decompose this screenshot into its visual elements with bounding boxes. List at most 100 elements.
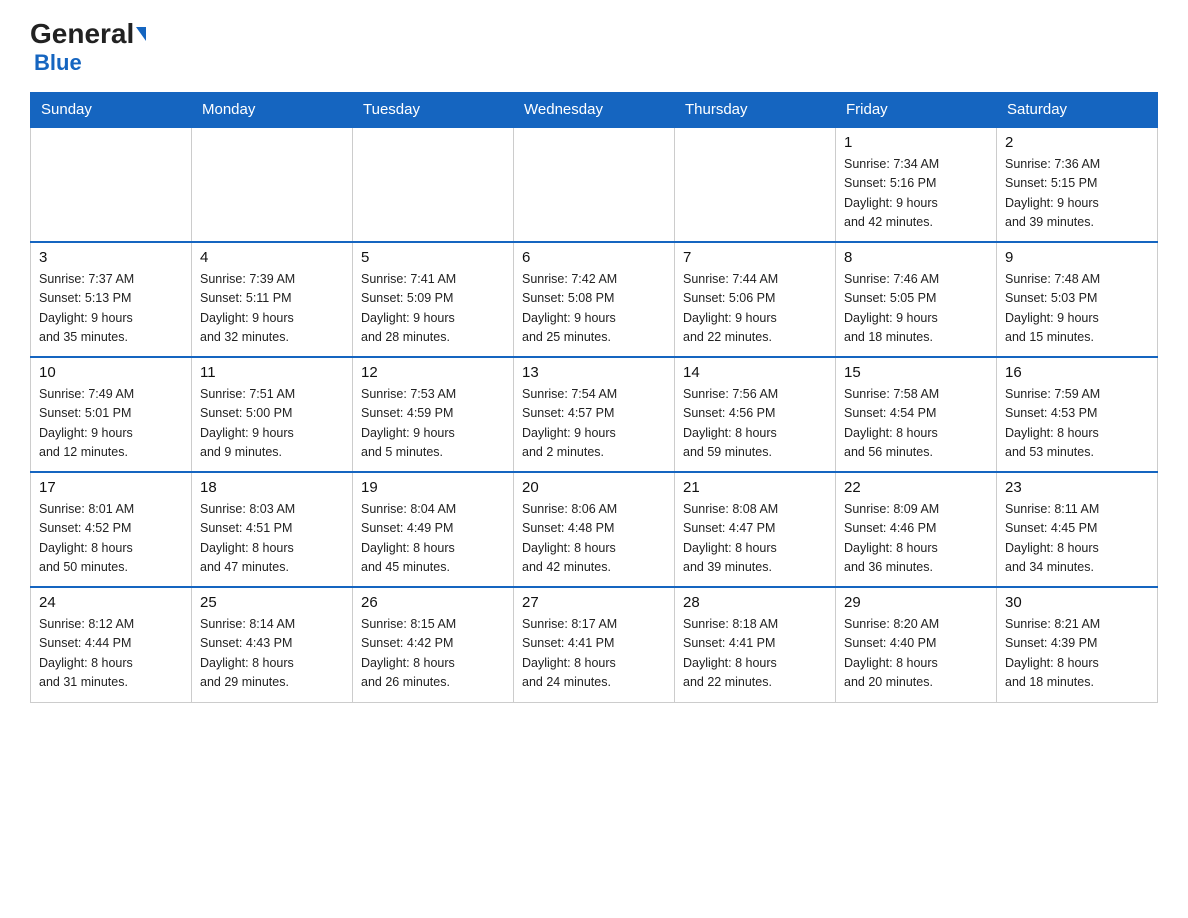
week-row-2: 3 Sunrise: 7:37 AMSunset: 5:13 PMDaylight… [31, 242, 1158, 357]
day-info: Sunrise: 7:49 AMSunset: 5:01 PMDaylight:… [39, 385, 183, 463]
day-info: Sunrise: 7:54 AMSunset: 4:57 PMDaylight:… [522, 385, 666, 463]
day-number: 8 [844, 249, 988, 266]
day-info: Sunrise: 8:17 AMSunset: 4:41 PMDaylight:… [522, 615, 666, 693]
day-info: Sunrise: 8:14 AMSunset: 4:43 PMDaylight:… [200, 615, 344, 693]
calendar-cell: 8 Sunrise: 7:46 AMSunset: 5:05 PMDaylight… [836, 242, 997, 357]
day-number: 26 [361, 594, 505, 611]
day-header-thursday: Thursday [675, 93, 836, 128]
days-header-row: SundayMondayTuesdayWednesdayThursdayFrid… [31, 93, 1158, 128]
day-number: 5 [361, 249, 505, 266]
calendar-cell: 23Sunrise: 8:11 AMSunset: 4:45 PMDayligh… [997, 472, 1158, 587]
calendar-cell: 19 Sunrise: 8:04 AMSunset: 4:49 PMDayligh… [353, 472, 514, 587]
calendar-cell: 7 Sunrise: 7:44 AMSunset: 5:06 PMDaylight… [675, 242, 836, 357]
day-number: 22 [844, 479, 988, 496]
day-number: 13 [522, 364, 666, 381]
day-number: 24 [39, 594, 183, 611]
day-number: 28 [683, 594, 827, 611]
calendar-cell: 15Sunrise: 7:58 AMSunset: 4:54 PMDayligh… [836, 357, 997, 472]
logo-blue-text: Blue [34, 50, 82, 76]
calendar-cell: 16Sunrise: 7:59 AMSunset: 4:53 PMDayligh… [997, 357, 1158, 472]
day-info: Sunrise: 7:44 AMSunset: 5:06 PMDaylight:… [683, 270, 827, 348]
day-header-sunday: Sunday [31, 93, 192, 128]
day-info: Sunrise: 8:12 AMSunset: 4:44 PMDaylight:… [39, 615, 183, 693]
calendar-cell [192, 127, 353, 242]
week-row-4: 17 Sunrise: 8:01 AMSunset: 4:52 PMDayligh… [31, 472, 1158, 587]
calendar-cell: 3 Sunrise: 7:37 AMSunset: 5:13 PMDaylight… [31, 242, 192, 357]
day-info: Sunrise: 8:20 AMSunset: 4:40 PMDaylight:… [844, 615, 988, 693]
calendar-cell: 27 Sunrise: 8:17 AMSunset: 4:41 PMDayligh… [514, 587, 675, 702]
day-info: Sunrise: 8:03 AMSunset: 4:51 PMDaylight:… [200, 500, 344, 578]
day-number: 29 [844, 594, 988, 611]
day-number: 7 [683, 249, 827, 266]
day-info: Sunrise: 7:39 AMSunset: 5:11 PMDaylight:… [200, 270, 344, 348]
calendar-cell [514, 127, 675, 242]
day-number: 3 [39, 249, 183, 266]
day-number: 11 [200, 364, 344, 381]
calendar-table: SundayMondayTuesdayWednesdayThursdayFrid… [30, 92, 1158, 703]
calendar-cell: 14 Sunrise: 7:56 AMSunset: 4:56 PMDayligh… [675, 357, 836, 472]
day-header-wednesday: Wednesday [514, 93, 675, 128]
day-info: Sunrise: 7:37 AMSunset: 5:13 PMDaylight:… [39, 270, 183, 348]
day-header-monday: Monday [192, 93, 353, 128]
day-number: 17 [39, 479, 183, 496]
day-info: Sunrise: 8:21 AMSunset: 4:39 PMDaylight:… [1005, 615, 1149, 693]
day-info: Sunrise: 8:06 AMSunset: 4:48 PMDaylight:… [522, 500, 666, 578]
day-header-friday: Friday [836, 93, 997, 128]
week-row-5: 24 Sunrise: 8:12 AMSunset: 4:44 PMDayligh… [31, 587, 1158, 702]
day-info: Sunrise: 7:51 AMSunset: 5:00 PMDaylight:… [200, 385, 344, 463]
calendar-cell: 2 Sunrise: 7:36 AMSunset: 5:15 PMDaylight… [997, 127, 1158, 242]
calendar-cell: 11 Sunrise: 7:51 AMSunset: 5:00 PMDayligh… [192, 357, 353, 472]
calendar-cell: 5Sunrise: 7:41 AMSunset: 5:09 PMDaylight… [353, 242, 514, 357]
day-number: 27 [522, 594, 666, 611]
logo-general-text: General [30, 20, 134, 48]
day-header-saturday: Saturday [997, 93, 1158, 128]
day-info: Sunrise: 8:09 AMSunset: 4:46 PMDaylight:… [844, 500, 988, 578]
day-info: Sunrise: 8:18 AMSunset: 4:41 PMDaylight:… [683, 615, 827, 693]
day-number: 4 [200, 249, 344, 266]
day-number: 6 [522, 249, 666, 266]
day-number: 2 [1005, 134, 1149, 151]
day-info: Sunrise: 7:42 AMSunset: 5:08 PMDaylight:… [522, 270, 666, 348]
day-info: Sunrise: 7:48 AMSunset: 5:03 PMDaylight:… [1005, 270, 1149, 348]
calendar-cell: 26 Sunrise: 8:15 AMSunset: 4:42 PMDayligh… [353, 587, 514, 702]
calendar-cell: 21Sunrise: 8:08 AMSunset: 4:47 PMDayligh… [675, 472, 836, 587]
day-number: 10 [39, 364, 183, 381]
day-info: Sunrise: 7:56 AMSunset: 4:56 PMDaylight:… [683, 385, 827, 463]
calendar-cell: 18 Sunrise: 8:03 AMSunset: 4:51 PMDayligh… [192, 472, 353, 587]
day-number: 23 [1005, 479, 1149, 496]
calendar-cell: 12 Sunrise: 7:53 AMSunset: 4:59 PMDayligh… [353, 357, 514, 472]
day-info: Sunrise: 7:46 AMSunset: 5:05 PMDaylight:… [844, 270, 988, 348]
calendar-cell: 29 Sunrise: 8:20 AMSunset: 4:40 PMDayligh… [836, 587, 997, 702]
calendar-cell: 1 Sunrise: 7:34 AMSunset: 5:16 PMDaylight… [836, 127, 997, 242]
calendar-cell: 13 Sunrise: 7:54 AMSunset: 4:57 PMDayligh… [514, 357, 675, 472]
calendar-cell: 28 Sunrise: 8:18 AMSunset: 4:41 PMDayligh… [675, 587, 836, 702]
day-number: 12 [361, 364, 505, 381]
day-info: Sunrise: 7:59 AMSunset: 4:53 PMDaylight:… [1005, 385, 1149, 463]
day-info: Sunrise: 8:04 AMSunset: 4:49 PMDaylight:… [361, 500, 505, 578]
day-number: 15 [844, 364, 988, 381]
day-number: 9 [1005, 249, 1149, 266]
day-header-tuesday: Tuesday [353, 93, 514, 128]
page-header: General Blue [30, 20, 1158, 76]
week-row-3: 10 Sunrise: 7:49 AMSunset: 5:01 PMDayligh… [31, 357, 1158, 472]
calendar-cell: 17 Sunrise: 8:01 AMSunset: 4:52 PMDayligh… [31, 472, 192, 587]
day-info: Sunrise: 7:36 AMSunset: 5:15 PMDaylight:… [1005, 155, 1149, 233]
logo-triangle-icon [136, 27, 146, 41]
day-info: Sunrise: 7:53 AMSunset: 4:59 PMDaylight:… [361, 385, 505, 463]
day-info: Sunrise: 8:01 AMSunset: 4:52 PMDaylight:… [39, 500, 183, 578]
day-number: 20 [522, 479, 666, 496]
day-number: 19 [361, 479, 505, 496]
calendar-cell [675, 127, 836, 242]
calendar-cell: 20 Sunrise: 8:06 AMSunset: 4:48 PMDayligh… [514, 472, 675, 587]
week-row-1: 1 Sunrise: 7:34 AMSunset: 5:16 PMDaylight… [31, 127, 1158, 242]
day-info: Sunrise: 7:34 AMSunset: 5:16 PMDaylight:… [844, 155, 988, 233]
calendar-cell [31, 127, 192, 242]
day-info: Sunrise: 8:15 AMSunset: 4:42 PMDaylight:… [361, 615, 505, 693]
calendar-cell: 25Sunrise: 8:14 AMSunset: 4:43 PMDayligh… [192, 587, 353, 702]
day-number: 14 [683, 364, 827, 381]
day-info: Sunrise: 8:08 AMSunset: 4:47 PMDaylight:… [683, 500, 827, 578]
calendar-cell: 4 Sunrise: 7:39 AMSunset: 5:11 PMDaylight… [192, 242, 353, 357]
logo: General Blue [30, 20, 146, 76]
day-number: 18 [200, 479, 344, 496]
day-number: 1 [844, 134, 988, 151]
